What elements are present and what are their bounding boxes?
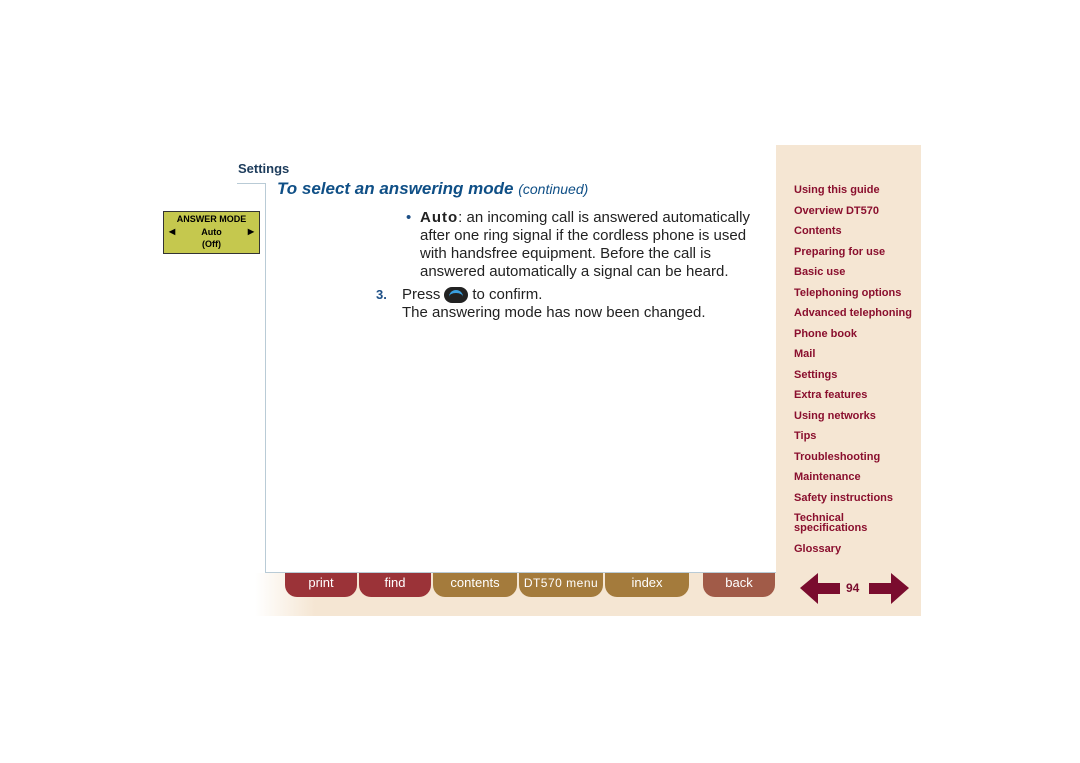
- nav-link[interactable]: Troubleshooting: [794, 451, 880, 462]
- divider: [265, 183, 266, 572]
- title-suffix: (continued): [518, 181, 589, 197]
- title-text: To select an answering mode: [277, 179, 514, 198]
- step-after: to confirm.: [472, 286, 543, 303]
- next-page-icon: [869, 573, 909, 604]
- nav-link[interactable]: Maintenance: [794, 472, 861, 483]
- nav-link[interactable]: Contents: [794, 226, 842, 237]
- lcd-alt: (Off): [202, 239, 221, 249]
- page-title: To select an answering mode (continued): [277, 179, 588, 199]
- step-number: 3.: [376, 287, 387, 302]
- nav-link[interactable]: Phone book: [794, 328, 857, 339]
- bullet-term: Auto: [420, 209, 459, 226]
- dt570-menu-button[interactable]: DT570 menu: [519, 573, 603, 597]
- lcd-display: ANSWER MODE Auto (Off) ◀ ▶: [163, 211, 260, 254]
- find-button[interactable]: find: [359, 573, 431, 597]
- nav-link[interactable]: Settings: [794, 369, 837, 380]
- nav-link[interactable]: Safety instructions: [794, 492, 893, 503]
- section-header: Settings: [238, 161, 290, 176]
- right-arrow-icon: ▶: [247, 227, 254, 236]
- nav-link[interactable]: Tips: [794, 431, 816, 442]
- nav-link[interactable]: Mail: [794, 349, 815, 360]
- back-button[interactable]: back: [703, 573, 775, 597]
- step-text: Press to confirm. The answering mode has n…: [402, 286, 706, 322]
- nav-link[interactable]: Preparing for use: [794, 246, 885, 257]
- nav-link[interactable]: Telephoning options: [794, 287, 901, 298]
- page-number: 94: [846, 581, 860, 595]
- nav-link[interactable]: Glossary: [794, 543, 841, 554]
- nav-link[interactable]: Overview DT570: [794, 205, 879, 216]
- left-arrow-icon: ◀: [169, 227, 176, 236]
- step-before: Press: [402, 286, 441, 303]
- bullet-body: : an incoming call is answered automatic…: [420, 209, 750, 280]
- nav-link[interactable]: Extra features: [794, 390, 867, 401]
- nav-link[interactable]: Using this guide: [794, 185, 880, 196]
- step-result: The answering mode has now been changed.: [402, 304, 706, 321]
- yes-key-icon: [444, 287, 469, 304]
- nav-link[interactable]: Advanced telephoning: [794, 308, 912, 319]
- contents-button[interactable]: contents: [433, 573, 517, 597]
- prev-page-icon: [800, 573, 840, 604]
- print-button[interactable]: print: [285, 573, 357, 597]
- index-button[interactable]: index: [605, 573, 689, 597]
- lcd-title: ANSWER MODE: [176, 214, 247, 224]
- lcd-value: Auto: [201, 226, 222, 237]
- divider: [237, 183, 265, 184]
- nav-link[interactable]: Using networks: [794, 410, 876, 421]
- nav-link[interactable]: Basic use: [794, 267, 845, 278]
- nav-link[interactable]: Technical specifications: [794, 513, 884, 534]
- bullet-text: Auto: an incoming call is answered autom…: [420, 209, 770, 281]
- bullet-icon: •: [406, 209, 412, 226]
